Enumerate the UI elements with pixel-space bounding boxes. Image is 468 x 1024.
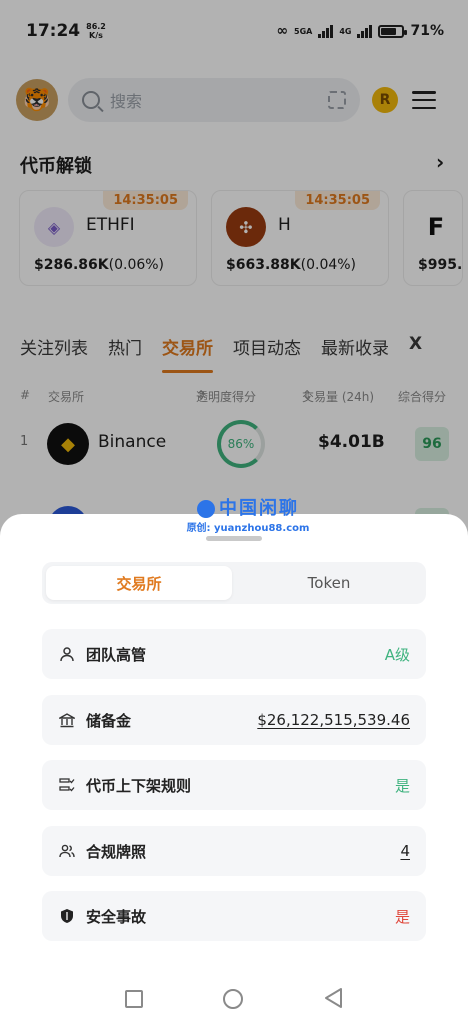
segment-control: 交易所 Token [42, 562, 426, 604]
system-nav-bar [0, 984, 468, 1016]
back-icon[interactable] [322, 986, 344, 1010]
info-label: 安全事故 [86, 907, 147, 926]
bank-icon [58, 711, 76, 729]
info-label: 合规牌照 [86, 842, 147, 861]
recents-icon[interactable] [125, 990, 143, 1008]
info-value[interactable]: 4 [400, 842, 410, 860]
bottom-sheet: 交易所 Token 团队高管 A级 储备金 $26,122,515,539.46… [0, 514, 468, 1024]
info-label: 储备金 [86, 711, 132, 730]
info-row-listing-rules[interactable]: 代币上下架规则 是 [42, 760, 426, 810]
info-label: 代币上下架规则 [86, 776, 192, 795]
info-value: A级 [384, 645, 410, 664]
info-row-reserves[interactable]: 储备金 $26,122,515,539.46 [42, 695, 426, 745]
segment-token[interactable]: Token [236, 566, 422, 600]
info-value: 是 [394, 776, 410, 795]
segment-exchange[interactable]: 交易所 [46, 566, 232, 600]
info-row-security-incidents[interactable]: 安全事故 是 [42, 891, 426, 941]
info-value: 是 [394, 907, 410, 926]
watermark: 中国闲聊 原创: yuanzhou88.com [186, 498, 310, 534]
person-icon [58, 645, 76, 663]
watermark-logo-icon [197, 500, 215, 518]
info-row-licenses[interactable]: 合规牌照 4 [42, 826, 426, 876]
drag-handle[interactable] [206, 536, 262, 541]
shield-icon [58, 907, 76, 925]
checklist-icon [58, 776, 76, 794]
info-label: 团队高管 [86, 645, 147, 664]
info-row-team[interactable]: 团队高管 A级 [42, 629, 426, 679]
info-value[interactable]: $26,122,515,539.46 [257, 711, 410, 729]
users-icon [58, 842, 76, 860]
home-icon[interactable] [223, 989, 243, 1009]
